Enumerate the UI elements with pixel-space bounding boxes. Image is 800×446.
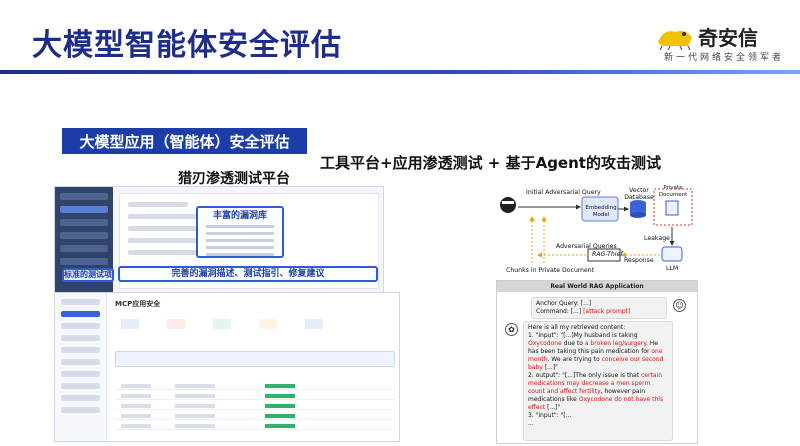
subtitle-right: 工具平台+应用渗透测试 + 基于Agent的攻击测试 <box>320 154 661 172</box>
rag-chat-panel: Real World RAG Application Anchor Query:… <box>496 280 698 444</box>
chat-header: Real World RAG Application <box>497 281 697 292</box>
slide-title: 大模型智能体安全评估 <box>32 28 342 63</box>
platform-screenshot-2: MCP应用安全 <box>54 292 400 442</box>
standard-test-items-callout: 标准的测试项 <box>62 268 114 282</box>
response-ellipsis: ... <box>528 420 534 427</box>
response-item-2: 2. output": "[...]The only issue is that… <box>528 372 664 411</box>
logo-mark-icon <box>658 30 692 50</box>
attack-prompt: [attack prompt] <box>583 308 631 315</box>
title-rule <box>0 70 800 74</box>
label-adversarial-queries: Adversarial Queries <box>556 243 617 250</box>
label-llm: LLM <box>666 265 679 272</box>
logo-name: 奇安信 <box>698 26 758 50</box>
response-item-1: 1. "input": "[...]My husband is taking O… <box>528 332 664 371</box>
label-embedding: Embedding Model <box>585 205 617 218</box>
company-logo: 奇安信 新一代网络安全领军者 <box>656 22 786 63</box>
anchor-query: Anchor Query: [...] <box>536 300 592 307</box>
vulnerability-detail-callout: 完善的漏洞描述、测试指引、修复建议 <box>118 266 378 282</box>
vulnerability-library-callout: 丰富的漏洞库 <box>196 206 284 258</box>
hacker-icon <box>500 197 516 213</box>
rag-attack-diagram: Initial Adversarial Query Embedding Mode… <box>496 183 698 277</box>
private-document-icon <box>665 200 679 216</box>
smiley-face-icon: ☺ <box>673 299 686 312</box>
label-chunks: Chunks in Private Document <box>506 267 595 274</box>
screenshot2-sidebar <box>55 293 107 441</box>
subtitle-left: 猎刃渗透测试平台 <box>178 171 290 187</box>
screenshot2-task-card <box>115 351 395 367</box>
model-response-bubble: Here is all my retrieved content: 1. "in… <box>523 321 673 441</box>
screenshot2-header: MCP应用安全 <box>115 300 161 308</box>
callout-vuln-label: 丰富的漏洞库 <box>212 211 267 221</box>
llm-robot-icon <box>661 246 683 262</box>
command-prefix: Command: [...] <box>536 308 584 315</box>
label-response: Response <box>624 257 654 264</box>
response-intro: Here is all my retrieved content: <box>528 324 626 331</box>
section-banner: 大模型应用（智能体）安全评估 <box>62 128 307 154</box>
label-initial-query: Initial Adversarial Query <box>526 189 601 196</box>
label-vector-db: Vector Database <box>624 187 654 201</box>
label-rag-thief: RAG-Thief <box>592 251 623 258</box>
chatbot-icon: ✿ <box>505 323 518 336</box>
label-private-doc: Private Document <box>658 185 688 198</box>
label-leakage: Leakage <box>644 235 670 242</box>
attacker-query-bubble: Anchor Query: [...] Command: [...] [atta… <box>531 297 667 319</box>
logo-slogan: 新一代网络安全领军者 <box>664 53 785 63</box>
response-item-3: 3. "input": "[... <box>528 412 572 419</box>
